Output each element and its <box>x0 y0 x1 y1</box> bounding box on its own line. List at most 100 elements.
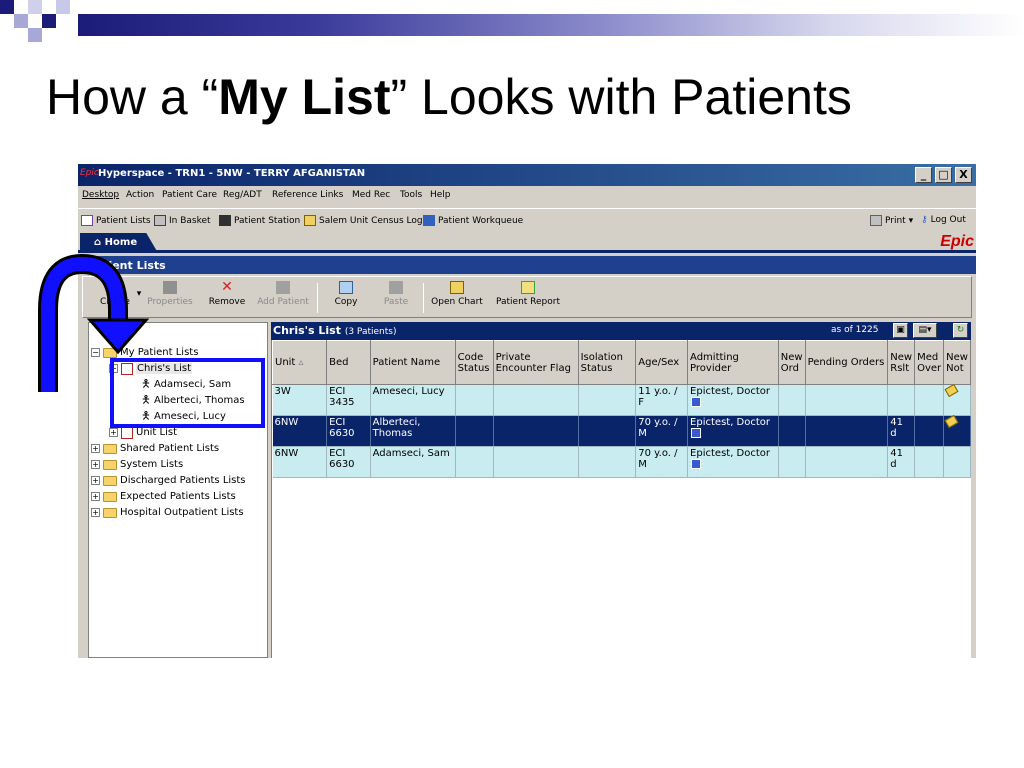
folder-icon <box>103 459 117 470</box>
tab-row: ⌂ Home Epic <box>78 231 976 253</box>
cell-private-flag <box>493 415 579 447</box>
list-icon <box>81 215 93 226</box>
minimize-button[interactable]: _ <box>915 167 932 183</box>
col-new-rslt[interactable]: New Rslt <box>887 340 916 385</box>
menu-med-rec[interactable]: Med Rec <box>352 190 390 200</box>
activity-toolbar: Patient Lists In Basket Patient Station … <box>78 208 976 230</box>
col-admitting-provider[interactable]: Admitting Provider <box>687 340 779 385</box>
expand-icon[interactable]: + <box>91 508 100 517</box>
cell-provider: Epictest, Doctor <box>687 446 779 478</box>
expand-icon[interactable]: + <box>91 492 100 501</box>
col-unit[interactable]: Unit ▵ <box>271 340 328 385</box>
table-row[interactable]: 3W ECI 3435 Ameseci, Lucy 11 y.o. / F Ep… <box>272 383 971 416</box>
table-row-selected[interactable]: 6NW ECI 6630 Alberteci, Thomas 70 y.o. /… <box>272 414 971 447</box>
col-isolation-status[interactable]: Isolation Status <box>577 340 637 385</box>
open-chart-button[interactable]: Open Chart <box>429 281 485 315</box>
expand-icon[interactable]: + <box>109 428 118 437</box>
patient-lists-button[interactable]: Patient Lists <box>81 215 151 226</box>
cell-new-rslt: 41 d <box>887 415 916 447</box>
layout-dropdown-button[interactable]: ▤▾ <box>913 323 937 338</box>
menu-reg-adt[interactable]: Reg/ADT <box>223 190 262 200</box>
window-titlebar: Epic Hyperspace - TRN1 - 5NW - TERRY AFG… <box>78 164 976 186</box>
menu-reference-links[interactable]: Reference Links <box>272 190 343 200</box>
copy-icon <box>339 281 353 294</box>
cell-med-over <box>914 415 945 447</box>
toolbar-separator <box>317 283 318 313</box>
cell-bed: ECI 6630 <box>326 446 371 478</box>
properties-button[interactable]: Properties <box>145 281 195 315</box>
tree-folder[interactable]: + System Lists <box>91 457 183 472</box>
cell-private-flag <box>493 446 579 478</box>
corner-square-mid <box>28 0 42 14</box>
note-icon[interactable] <box>691 397 702 407</box>
tree-folder[interactable]: + Discharged Patients Lists <box>91 473 246 488</box>
folder-icon <box>103 491 117 502</box>
remove-button[interactable]: ✕ Remove <box>207 279 247 315</box>
patient-report-button[interactable]: Patient Report <box>495 281 561 315</box>
salem-census-log-button[interactable]: Salem Unit Census Log <box>304 215 423 226</box>
cell-unit: 6NW <box>272 415 328 447</box>
cell-provider: Epictest, Doctor <box>687 384 779 416</box>
cell-isolation <box>578 446 637 478</box>
patient-workqueue-button[interactable]: Patient Workqueue <box>423 215 523 226</box>
in-basket-button[interactable]: In Basket <box>154 215 211 226</box>
menu-desktop[interactable]: Desktop <box>82 190 119 200</box>
col-code-status[interactable]: Code Status <box>454 340 494 385</box>
table-row[interactable]: 6NW ECI 6630 Adamseci, Sam 70 y.o. / M E… <box>272 446 971 478</box>
medication-icon[interactable] <box>944 414 959 429</box>
col-age-sex[interactable]: Age/Sex <box>635 340 689 385</box>
col-new-not[interactable]: New Not <box>943 340 971 385</box>
expand-icon[interactable]: + <box>91 460 100 469</box>
expand-icon[interactable]: + <box>91 476 100 485</box>
cell-patient-name: Ameseci, Lucy <box>370 384 456 416</box>
cell-new-ord <box>778 415 806 447</box>
add-patient-button[interactable]: Add Patient <box>257 281 309 315</box>
table-header-row: Unit ▵ Bed Patient Name Code Status Priv… <box>271 340 971 385</box>
print-button[interactable]: Print ▾ <box>870 215 913 226</box>
cell-pending-orders <box>805 384 889 416</box>
col-med-over[interactable]: Med Over <box>914 340 945 385</box>
col-bed[interactable]: Bed <box>326 340 371 385</box>
tree-folder[interactable]: + Shared Patient Lists <box>91 441 219 456</box>
col-private-encounter-flag[interactable]: Private Encounter Flag <box>492 340 579 385</box>
menu-action[interactable]: Action <box>126 190 154 200</box>
cell-age-sex: 70 y.o. / M <box>635 415 689 447</box>
folder-icon <box>103 443 117 454</box>
note-icon[interactable] <box>691 459 702 469</box>
slide-title-emphasis: My List <box>218 69 391 125</box>
folder-icon <box>103 475 117 486</box>
maximize-button[interactable]: □ <box>935 167 952 183</box>
tree-folder[interactable]: + Expected Patients Lists <box>91 489 236 504</box>
remove-x-icon: ✕ <box>221 279 233 295</box>
refresh-view-button[interactable]: ▣ <box>893 323 908 338</box>
corner-square-dark-2 <box>42 14 56 28</box>
menu-patient-care[interactable]: Patient Care <box>162 190 217 200</box>
workqueue-icon <box>423 215 435 226</box>
paste-button[interactable]: Paste <box>381 281 411 315</box>
log-out-button[interactable]: ⚷ Log Out <box>921 215 966 225</box>
cell-pending-orders <box>805 415 889 447</box>
close-button[interactable]: X <box>955 167 972 183</box>
col-pending-orders[interactable]: Pending Orders <box>804 340 889 385</box>
key-icon: ⚷ <box>921 215 928 225</box>
patient-table: Unit ▵ Bed Patient Name Code Status Priv… <box>271 340 971 478</box>
corner-square-light <box>14 14 28 28</box>
patient-report-icon <box>521 281 535 294</box>
medication-icon[interactable] <box>944 383 959 398</box>
patient-station-button[interactable]: Patient Station <box>219 215 300 226</box>
note-icon[interactable] <box>691 428 702 438</box>
open-chart-icon <box>450 281 464 294</box>
menu-tools[interactable]: Tools <box>400 190 422 200</box>
expand-icon[interactable]: + <box>91 444 100 453</box>
copy-button[interactable]: Copy <box>329 281 363 315</box>
calendar-icon <box>304 215 316 226</box>
cell-new-not <box>943 383 971 416</box>
cell-unit: 3W <box>272 384 328 416</box>
list-title: Chris's List (3 Patients) <box>273 324 397 337</box>
cell-patient-name: Alberteci, Thomas <box>370 415 456 447</box>
tree-folder[interactable]: + Hospital Outpatient Lists <box>91 505 244 520</box>
col-patient-name[interactable]: Patient Name <box>369 340 456 385</box>
refresh-icon[interactable]: ↻ <box>953 323 968 338</box>
col-new-ord[interactable]: New Ord <box>777 340 806 385</box>
menu-help[interactable]: Help <box>430 190 451 200</box>
